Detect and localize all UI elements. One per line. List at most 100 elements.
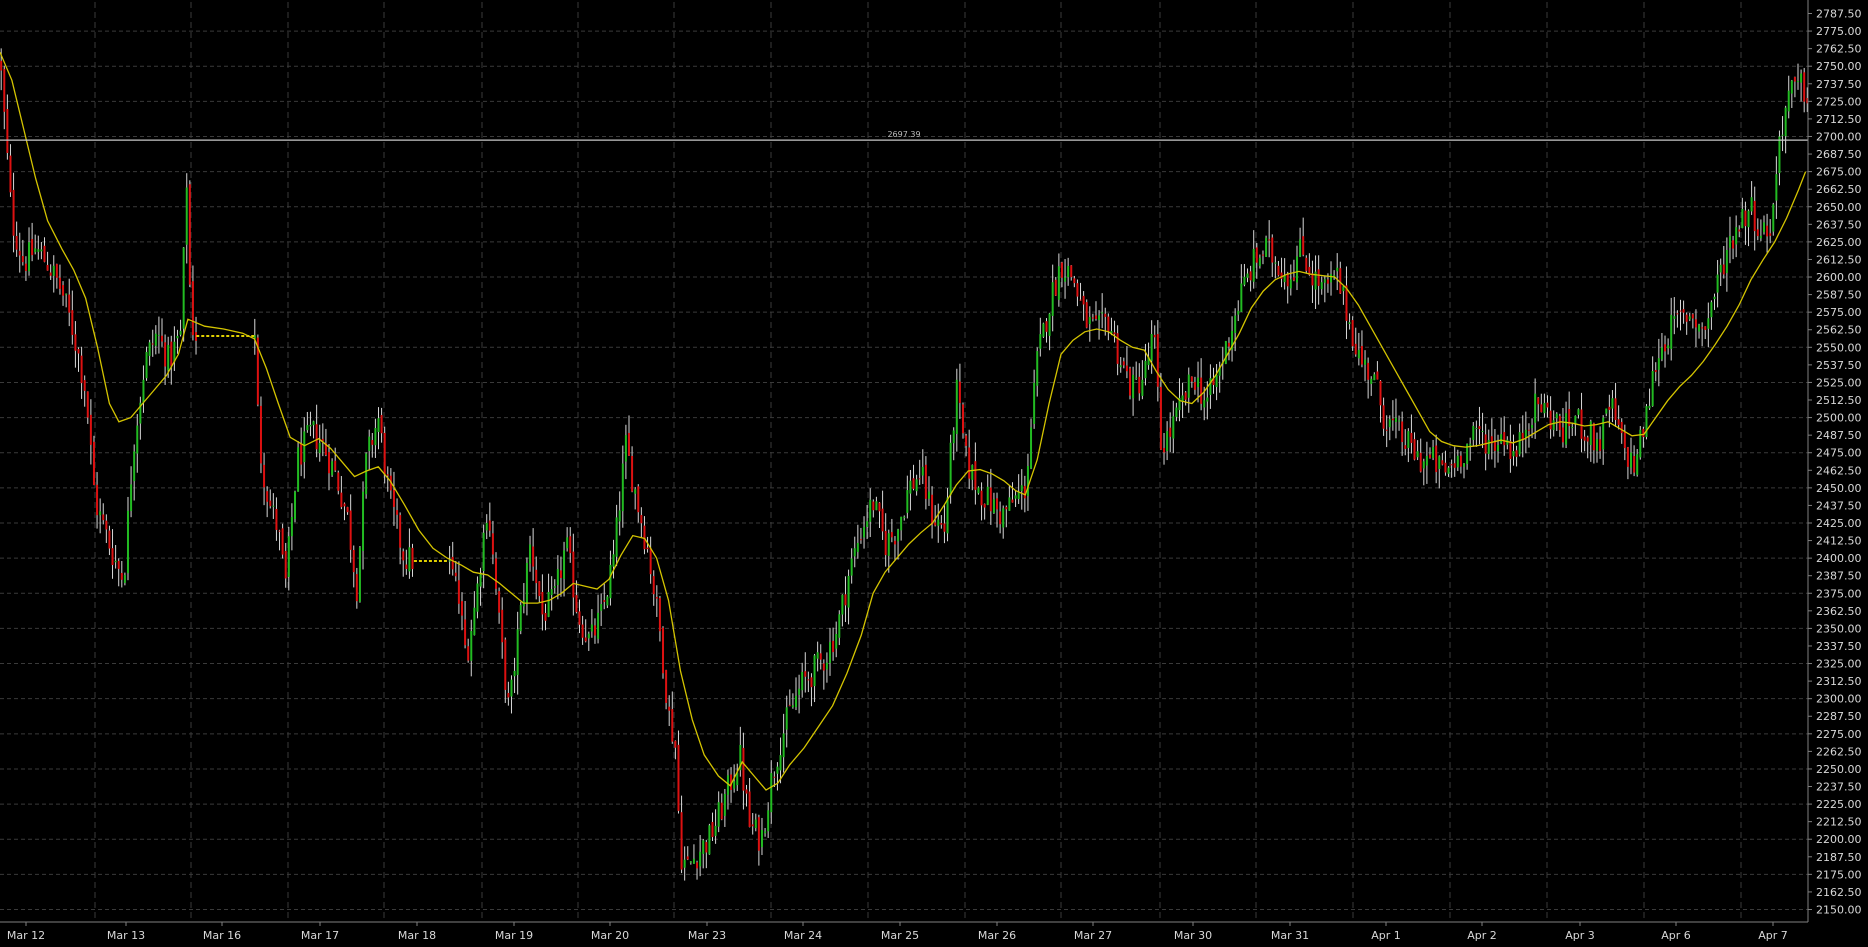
- candle-body-down: [96, 484, 99, 516]
- candle-body-down: [454, 572, 457, 577]
- y-tick-label: 2475.00: [1816, 447, 1862, 460]
- candle-body-down: [1527, 429, 1530, 431]
- candle-body-up: [1657, 358, 1660, 370]
- candle-body-down: [1744, 210, 1747, 227]
- candle-body-down: [346, 507, 349, 513]
- candle-body-down: [1169, 427, 1172, 437]
- candle-body-up: [1534, 393, 1537, 423]
- candle-body-up: [949, 442, 952, 496]
- candle-body-up: [485, 522, 488, 531]
- candle-body-down: [584, 637, 587, 642]
- y-tick-label: 2175.00: [1816, 868, 1862, 881]
- candle-body-up: [1289, 279, 1292, 289]
- candle-body-down: [83, 380, 86, 391]
- candle-body-up: [1373, 374, 1376, 381]
- candle-body-up: [1197, 377, 1200, 388]
- candle-body-up: [1784, 107, 1787, 137]
- candle-body-down: [1623, 431, 1626, 449]
- y-tick-label: 2150.00: [1816, 904, 1862, 917]
- candle-body-up: [609, 564, 612, 599]
- candle-body-down: [1580, 409, 1583, 439]
- candle-body-down: [912, 478, 915, 489]
- y-tick-label: 2562.50: [1816, 324, 1862, 337]
- candle-body-up: [850, 558, 853, 576]
- x-tick-label: Apr 6: [1661, 929, 1691, 942]
- candle-body-up: [798, 688, 801, 695]
- candle-body-down: [62, 285, 65, 296]
- candle-body-down: [1620, 421, 1623, 434]
- candle-body-up: [1425, 456, 1428, 466]
- y-tick-label: 2675.00: [1816, 166, 1862, 179]
- candle-body-down: [1076, 283, 1079, 297]
- y-tick-label: 2612.50: [1816, 253, 1862, 266]
- candle-body-down: [890, 532, 893, 538]
- y-tick-label: 2775.00: [1816, 25, 1862, 38]
- candle-body-up: [1719, 264, 1722, 273]
- candle-body-down: [544, 612, 547, 621]
- candle-body-up: [1611, 398, 1614, 409]
- candle-body-up: [1688, 316, 1691, 320]
- candle-body-down: [999, 511, 1002, 525]
- candle-body-down: [1326, 279, 1329, 284]
- candle-body-down: [742, 747, 745, 791]
- candle-body-up: [37, 249, 40, 252]
- candle-body-up: [764, 831, 767, 834]
- candle-body-up: [829, 642, 832, 663]
- candle-body-up: [1531, 424, 1534, 429]
- candle-body-up: [1735, 227, 1738, 245]
- candle-body-down: [1255, 247, 1258, 263]
- candle-body-up: [760, 830, 763, 848]
- candle-body-down: [1391, 418, 1394, 421]
- candle-body-down: [1200, 377, 1203, 404]
- candle-body-down: [1354, 343, 1357, 355]
- candle-body-up: [754, 819, 757, 829]
- candle-body-up: [482, 532, 485, 571]
- candle-body-down: [881, 508, 884, 532]
- candle-body-up: [519, 605, 522, 632]
- candle-body-up: [547, 591, 550, 617]
- candle-body-down: [1379, 380, 1382, 406]
- candle-body-up: [1101, 312, 1104, 314]
- candle-body-down: [31, 239, 34, 256]
- candle-body-up: [1790, 80, 1793, 94]
- candle-body-down: [507, 692, 510, 698]
- candle-body-down: [593, 625, 596, 636]
- candle-body-up: [374, 428, 377, 446]
- candle-body-up: [986, 486, 989, 505]
- candle-body-up: [525, 562, 528, 603]
- candle-body-down: [832, 640, 835, 653]
- candle-body-down: [1586, 437, 1589, 442]
- candle-body-down: [965, 435, 968, 446]
- candle-body-down: [819, 653, 822, 660]
- candle-body-up: [1132, 374, 1135, 399]
- candle-body-up: [1243, 276, 1246, 285]
- candle-body-down: [773, 776, 776, 778]
- candle-body-up: [1098, 315, 1101, 321]
- candle-body-down: [1441, 460, 1444, 465]
- candle-body-up: [1636, 454, 1639, 475]
- candle-body-down: [9, 155, 12, 193]
- candle-body-down: [810, 677, 813, 688]
- candle-body-up: [287, 536, 290, 577]
- candle-body-down: [464, 619, 467, 646]
- candle-body-up: [148, 342, 151, 356]
- candle-body-down: [80, 355, 83, 384]
- candle-body-up: [1673, 316, 1676, 319]
- y-tick-label: 2362.50: [1816, 605, 1862, 618]
- y-tick-label: 2425.00: [1816, 517, 1862, 530]
- candle-body-up: [717, 802, 720, 827]
- candle-body-down: [958, 381, 961, 403]
- candle-body-down: [1268, 239, 1271, 241]
- candle-body-down: [884, 530, 887, 556]
- candle-body-up: [513, 670, 516, 677]
- y-tick-label: 2262.50: [1816, 745, 1862, 758]
- candle-body-down: [1493, 441, 1496, 451]
- candle-body-down: [1193, 382, 1196, 390]
- candle-body-up: [358, 547, 361, 602]
- candle-body-down: [1756, 229, 1759, 237]
- candle-body-down: [371, 440, 374, 445]
- candle-body-up: [1639, 429, 1642, 458]
- candle-body-up: [909, 480, 912, 494]
- price-chart[interactable]: 2697.39 2150.00 2162.50 2175.00 2187.50 2200…: [0, 0, 1868, 947]
- candle-body-down: [1676, 313, 1679, 315]
